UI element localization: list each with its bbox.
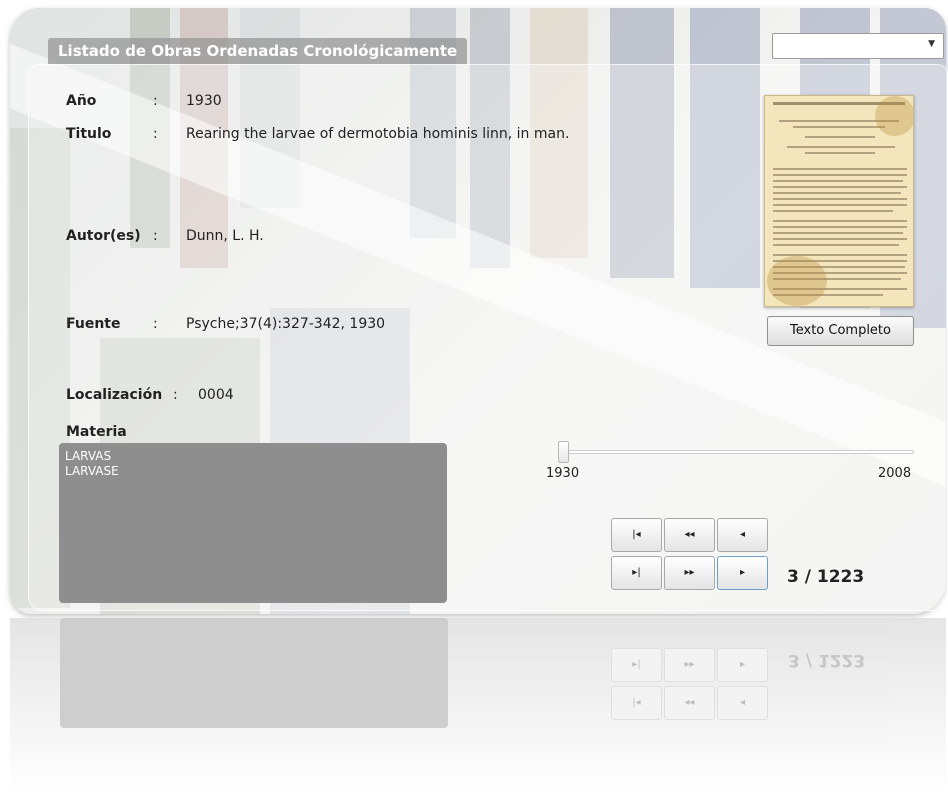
source-label: Fuente — [66, 316, 121, 332]
document-thumbnail[interactable] — [764, 95, 914, 307]
full-text-button[interactable]: Texto Completo — [767, 316, 914, 346]
reflection-last-button: ▸| — [611, 648, 662, 682]
source-value: Psyche;37(4):327-342, 1930 — [186, 316, 386, 332]
reflection-next-button: ▸ — [717, 648, 768, 682]
materia-label: Materia — [66, 424, 127, 440]
slider-max-label: 2008 — [878, 466, 912, 481]
list-item[interactable]: LARVASE — [65, 464, 441, 479]
last-record-button[interactable]: ▸| — [611, 556, 662, 590]
author-label: Autor(es) — [66, 228, 141, 244]
reflection-prev-page-button: ◂◂ — [664, 686, 715, 720]
year-label: Año — [66, 93, 97, 109]
location-separator: : — [173, 387, 178, 403]
prev-page-button[interactable]: ◂◂ — [664, 518, 715, 552]
reflection-next-page-button: ▸▸ — [664, 648, 715, 682]
year-separator: : — [153, 93, 158, 109]
next-record-button[interactable]: ▸ — [717, 556, 768, 590]
reflection-prev-button: ◂ — [717, 686, 768, 720]
slider-min-label: 1930 — [546, 466, 580, 481]
year-slider-thumb[interactable] — [558, 441, 569, 463]
materia-list[interactable]: LARVAS LARVASE — [59, 443, 447, 603]
author-separator: : — [153, 228, 158, 244]
reflection-materia — [60, 618, 448, 728]
title-value: Rearing the larvae of dermotobia hominis… — [186, 126, 570, 142]
location-value: 0004 — [198, 387, 234, 403]
record-counter: 3 / 1223 — [787, 567, 865, 587]
reflection-first-button: |◂ — [611, 686, 662, 720]
chevron-down-icon[interactable]: ▼ — [928, 39, 935, 49]
prev-record-button[interactable]: ◂ — [717, 518, 768, 552]
first-record-button[interactable]: |◂ — [611, 518, 662, 552]
author-value: Dunn, L. H. — [186, 228, 264, 244]
next-page-button[interactable]: ▸▸ — [664, 556, 715, 590]
title-separator: : — [153, 126, 158, 142]
year-slider-track[interactable] — [558, 450, 914, 454]
year-value: 1930 — [186, 93, 222, 109]
source-separator: : — [153, 316, 158, 332]
title-label: Titulo — [66, 126, 112, 142]
panel-reflection: ▸| ▸▸ ▸ |◂ ◂◂ ◂ 3 / 1223 — [10, 618, 946, 794]
location-label: Localización — [66, 387, 163, 403]
window-title: Listado de Obras Ordenadas Cronológicame… — [48, 38, 468, 64]
filter-dropdown[interactable]: ▼ — [772, 33, 944, 59]
reflection-counter: 3 / 1223 — [788, 650, 866, 670]
list-item[interactable]: LARVAS — [65, 449, 441, 464]
